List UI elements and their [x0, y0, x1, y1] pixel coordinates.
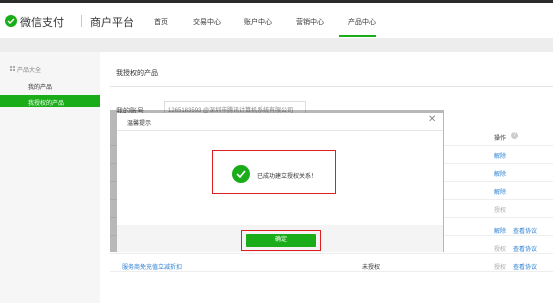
revoke-link[interactable]: 解除: [494, 151, 506, 160]
sidebar-heading: 产品大全: [17, 68, 42, 74]
confirm-button[interactable]: 确定: [246, 234, 316, 247]
nav-trade-center[interactable]: 交易中心: [193, 17, 221, 27]
product-name-link[interactable]: 服务商免充值立减折扣: [122, 262, 182, 271]
product-status: 未授权: [362, 265, 381, 271]
title-divider: [110, 86, 553, 87]
success-message: 已成功建立授权关系！: [257, 174, 318, 180]
nav-product-center[interactable]: 产品中心: [348, 17, 376, 27]
wechat-pay-logo-icon: [5, 15, 17, 27]
authorize-link-disabled: 授权: [494, 265, 507, 271]
sidebar-item-label: 我授权的产品: [28, 101, 65, 107]
row-divider: [110, 253, 553, 254]
modal-header-divider: [117, 130, 443, 131]
authorize-link-disabled: 授权: [494, 247, 507, 253]
modal-title: 温馨提示: [127, 121, 152, 127]
sidebar-item-my-products[interactable]: 我的产品: [28, 82, 52, 91]
view-agreement-link[interactable]: 查看协议: [513, 244, 537, 253]
revoke-link[interactable]: 解除: [494, 226, 506, 235]
sidebar-item-authorized-products[interactable]: 我授权的产品: [0, 95, 100, 107]
view-agreement-link[interactable]: 查看协议: [513, 226, 537, 235]
brand-separator: [81, 15, 82, 27]
top-bar: [0, 0, 553, 38]
nav-active-indicator: [339, 35, 376, 37]
nav-home[interactable]: 首页: [154, 17, 168, 27]
checkmark-icon: [232, 165, 250, 183]
row-divider: [110, 271, 553, 272]
grid-icon: [10, 66, 15, 71]
revoke-link[interactable]: 解除: [494, 169, 506, 178]
revoke-link[interactable]: 解除: [494, 187, 506, 196]
nav-account-center[interactable]: 账户中心: [244, 17, 272, 27]
brand-subtitle: 商户平台: [90, 17, 134, 29]
help-icon[interactable]: ?: [511, 132, 518, 139]
authorize-link-disabled: 授权: [494, 208, 507, 214]
close-icon[interactable]: ✕: [428, 114, 436, 125]
column-header-operation: 操作: [494, 136, 507, 142]
top-dark-strip: [0, 0, 553, 3]
view-agreement-link[interactable]: 查看协议: [513, 262, 537, 271]
sub-bar: [0, 38, 553, 52]
nav-marketing-center[interactable]: 营销中心: [296, 17, 324, 27]
brand-name: 微信支付: [20, 17, 64, 29]
page-title: 我授权的产品: [116, 70, 158, 77]
